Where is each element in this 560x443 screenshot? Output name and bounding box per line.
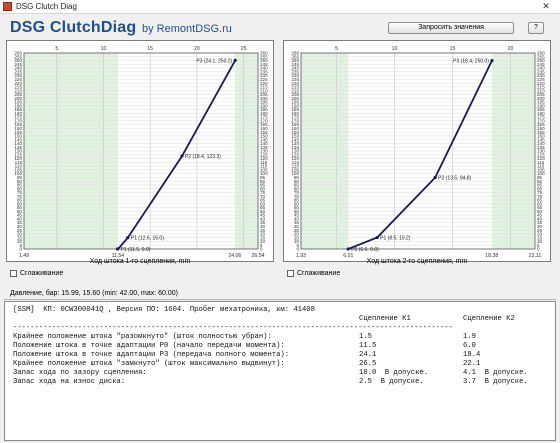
help-button[interactable]: ? (528, 22, 544, 34)
data-point (115, 247, 120, 251)
point-label: P3 (18.4, 250.0) (453, 59, 489, 65)
report-row-k2: 6.0 (463, 342, 476, 350)
window-titlebar: DSG Clutch Diag ✕ (0, 0, 560, 14)
brand-subtitle: by RemontDSG.ru (142, 23, 232, 35)
report-textbox[interactable]: [SSM] КП: 0CW300041Q , Версия ПО: 1604. … (4, 301, 556, 441)
x-top-tick-label: 20 (194, 46, 200, 52)
read-values-button[interactable]: Запросить значения (388, 22, 514, 34)
checkbox-box[interactable] (10, 270, 17, 277)
data-point (433, 175, 437, 180)
report-row-k2: 4.1 В допуске. (463, 369, 528, 377)
report-row-k2: 22.1 (463, 360, 481, 368)
report-row-label: Крайнее положение штока "разомкнуто" (шт… (13, 333, 272, 341)
app-icon (3, 2, 12, 11)
report-row: Положение штока в точке адаптации P0 (на… (13, 342, 547, 351)
x-top-tick-label: 20 (508, 46, 514, 52)
report-header: [SSM] КП: 0CW300041Q , Версия ПО: 1604. … (13, 306, 315, 314)
report-row-label: Положение штока в точке адаптации P0 (на… (13, 342, 285, 350)
y-tick-label-right: 260 (260, 51, 268, 56)
x-top-tick-label: 15 (147, 46, 153, 52)
report-row: Положение штока в точке адаптации P3 (пе… (13, 351, 547, 360)
point-label: P0 (6.0, 0.0) (351, 247, 379, 253)
report-divider: ----------------------------------------… (13, 324, 453, 332)
checkbox-box[interactable] (287, 270, 294, 277)
y-tick-label-right: 260 (537, 51, 545, 56)
y-tick-label: 260 (14, 51, 22, 56)
data-point (126, 236, 130, 240)
report-row-k2: 1.9 (463, 333, 476, 341)
brand-logo: DSG ClutchDiag (10, 19, 137, 36)
report-row-k1: 1.5 (359, 333, 372, 341)
point-label: P2 (13.5, 94.8) (438, 176, 471, 182)
smoothing-checkbox-2[interactable]: Сглаживание (287, 270, 340, 277)
report-row-k1: 24.1 (359, 351, 377, 359)
report-row-label: Крайнее положение штока "замкнуто" (шток… (13, 360, 285, 368)
close-icon[interactable]: ✕ (534, 1, 558, 12)
divider (4, 299, 556, 300)
data-point (180, 154, 184, 158)
data-point (490, 58, 494, 63)
point-label: P1 (11.5, 0.0) (121, 247, 151, 253)
smoothing-label-1: Сглаживание (20, 270, 64, 277)
report-header-row: [SSM] КП: 0CW300041Q , Версия ПО: 1604. … (13, 306, 547, 315)
clutch2-chart: 0 0 5 5 10 10 15 15 20 20 25 25 30 30 35 35 40 40 45 45 50 50… (283, 40, 551, 262)
report-row-label: Положение штока в точке адаптации P3 (пе… (13, 351, 290, 359)
x-top-tick-label: 25 (241, 46, 247, 52)
report-row-label: Запас хода на износ диска: (13, 378, 126, 386)
report-row: Крайнее положение штока "разомкнуто" (шт… (13, 333, 547, 342)
x-top-tick-label: 5 (55, 46, 58, 52)
clutch1-x-axis-label: Ход штока 1-го сцепления, mm (89, 258, 191, 265)
report-row-k1: 11.5 (359, 342, 377, 350)
col-k2-header: Сцепление К2 (463, 315, 515, 323)
report-columns-row: Сцепление К1 Сцепление К2 (13, 315, 547, 324)
pressure-readout: Давление, бар: 15.99, 15.60 (min: 42.00,… (10, 290, 178, 297)
col-k1-header: Сцепление К1 (359, 315, 411, 323)
data-point (375, 235, 379, 240)
point-label: P1 (8.5, 15.2) (380, 236, 411, 242)
data-point (346, 247, 350, 251)
report-row-k2: 18.4 (463, 351, 481, 359)
report-row-k2: 3.7 В допуске. (463, 378, 528, 386)
x-top-tick-label: 5 (335, 46, 338, 52)
x-top-tick-label: 15 (450, 46, 456, 52)
data-point (233, 58, 237, 62)
report-row-label: Запас хода по зазору сцепления: (13, 369, 147, 377)
report-row-k1: 26.5 (359, 360, 377, 368)
y-tick-label: 260 (291, 51, 299, 56)
point-label: P3 (24.1, 250.2) (196, 58, 232, 64)
smoothing-label-2: Сглаживание (297, 270, 341, 277)
window-title: DSG Clutch Diag (16, 2, 77, 11)
clutch1-chart: 0 0 5 5 10 10 15 15 20 20 25 25 30 30 35 35 40 40 45 45 50 50… (6, 40, 274, 262)
point-label: P1 (12.6, 15.0) (131, 236, 164, 242)
report-row-k1: 10.0 В допуске. (359, 369, 429, 377)
report-row-k1: 2.5 В допуске. (359, 378, 424, 386)
x-top-tick-label: 10 (101, 46, 107, 52)
report-row: Крайнее положение штока "замкнуто" (шток… (13, 360, 547, 369)
smoothing-checkbox-1[interactable]: Сглаживание (10, 270, 63, 277)
report-row: Запас хода на износ диска: 2.5 В допуске.… (13, 378, 547, 387)
report-rows: Крайнее положение штока "разомкнуто" (шт… (13, 333, 547, 387)
clutch1-chart-svg: 0 05 510 1015 1520 2025 2530 3035 3540 4045 4550 50… (14, 46, 268, 259)
clutch2-x-axis-label: Ход штока 2-го сцепления, mm (366, 258, 468, 265)
report-row: Запас хода по зазору сцепления: 10.0 В до… (13, 369, 547, 378)
clutch2-chart-svg: 0 05 510 1015 1520 2025 2530 3035 3540 4045 4550 50… (291, 46, 545, 259)
point-label: P2 (18.4, 123.3) (185, 154, 221, 160)
x-top-tick-label: 10 (392, 46, 398, 52)
